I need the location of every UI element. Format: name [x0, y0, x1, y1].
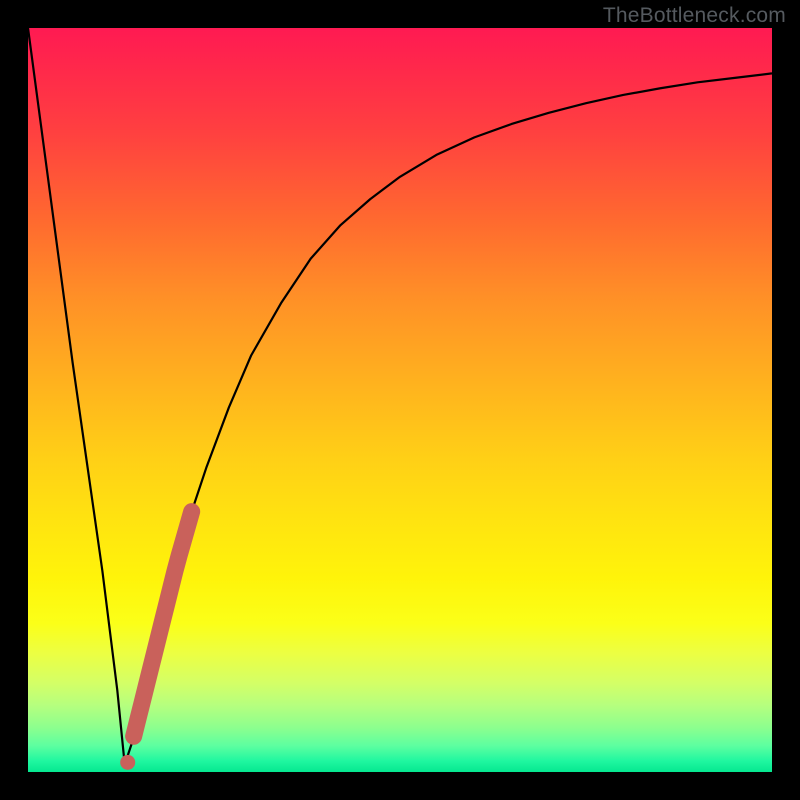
watermark-text: TheBottleneck.com	[603, 4, 786, 28]
plot-area	[28, 28, 772, 772]
chart-frame: TheBottleneck.com	[0, 0, 800, 800]
highlight-layer	[28, 28, 772, 772]
highlight-dot	[120, 755, 135, 770]
highlight-segment	[134, 512, 192, 737]
